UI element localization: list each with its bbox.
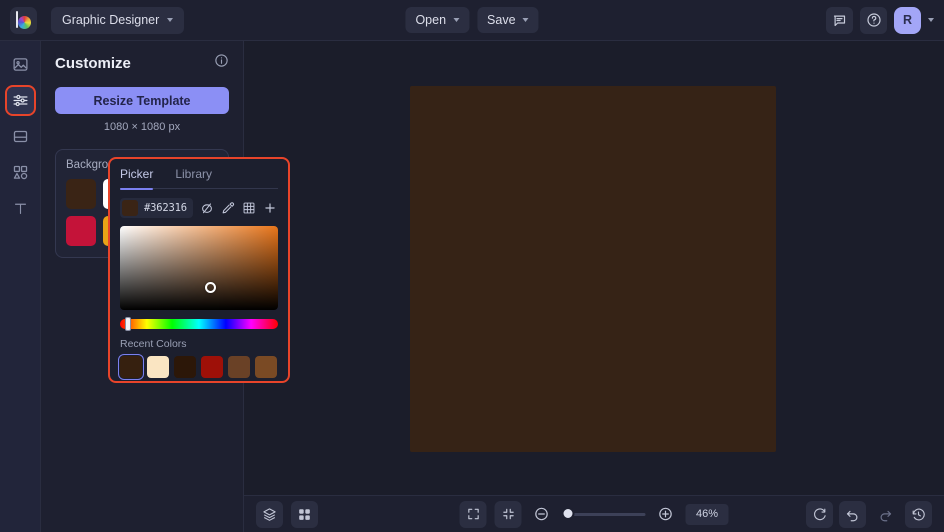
document-name-button[interactable]: Graphic Designer [51, 7, 184, 34]
sidebar-item-image[interactable] [7, 51, 34, 78]
hex-input[interactable]: #362316 [120, 198, 193, 218]
redo-icon [878, 507, 893, 522]
grid-palette-icon [242, 201, 256, 215]
undo-button[interactable] [839, 501, 866, 528]
recent-color-swatch[interactable] [174, 356, 196, 378]
zoom-controls: 46% [460, 501, 729, 528]
chevron-down-icon [167, 18, 173, 22]
tab-library[interactable]: Library [175, 159, 212, 189]
zoom-in-button[interactable] [654, 502, 678, 526]
info-circle-icon [214, 53, 229, 68]
recent-color-swatch[interactable] [228, 356, 250, 378]
saturation-handle[interactable] [205, 282, 216, 293]
bottom-toolbar: 46% [244, 495, 944, 532]
recent-color-swatch[interactable] [120, 356, 142, 378]
color-picker-popup: Picker Library #362316 [110, 159, 288, 381]
history-icon [911, 507, 926, 522]
zoom-out-button[interactable] [530, 502, 554, 526]
fit-screen-icon [466, 507, 480, 521]
layers-icon [262, 507, 277, 522]
resize-template-button[interactable]: Resize Template [55, 87, 229, 114]
comment-icon [832, 13, 847, 28]
left-tool-rail [0, 41, 41, 532]
chevron-down-icon [523, 18, 529, 22]
layers-button[interactable] [256, 501, 283, 528]
picker-controls-row: #362316 [120, 198, 278, 218]
text-icon [12, 200, 29, 217]
zoom-out-icon [534, 506, 550, 522]
recent-colors-row [120, 356, 278, 378]
sidebar-item-text[interactable] [7, 195, 34, 222]
open-label: Open [415, 13, 446, 27]
sidebar-item-elements[interactable] [7, 159, 34, 186]
open-button[interactable]: Open [405, 7, 469, 33]
hue-handle[interactable] [125, 317, 131, 331]
help-circle-icon [866, 12, 882, 28]
hex-value: #362316 [144, 202, 187, 214]
file-menu-group: Open Save [405, 7, 538, 33]
zoom-in-icon [658, 506, 674, 522]
recent-color-swatch[interactable] [255, 356, 277, 378]
info-button[interactable] [214, 53, 229, 73]
grid-icon [297, 507, 312, 522]
undo-icon [845, 507, 860, 522]
no-color-icon [200, 201, 214, 215]
bg-swatch[interactable] [66, 216, 96, 246]
zoom-slider[interactable] [562, 513, 646, 516]
account-group: R [826, 7, 934, 34]
bg-swatch[interactable] [66, 179, 96, 209]
refresh-icon [812, 507, 827, 522]
app-logo[interactable] [10, 7, 37, 34]
grid-button[interactable] [291, 501, 318, 528]
recent-color-swatch[interactable] [147, 356, 169, 378]
sidebar-item-adjustments[interactable] [7, 87, 34, 114]
artboard[interactable] [410, 86, 776, 452]
add-color-button[interactable] [263, 200, 278, 217]
top-toolbar: Graphic Designer Open Save [0, 0, 944, 41]
redo-button[interactable] [872, 501, 899, 528]
no-color-button[interactable] [199, 200, 214, 217]
tab-picker[interactable]: Picker [120, 159, 153, 189]
shrink-icon [501, 507, 515, 521]
fit-screen-button[interactable] [460, 501, 487, 528]
chevron-down-icon [453, 18, 459, 22]
shrink-button[interactable] [495, 501, 522, 528]
page-title: Customize [55, 55, 131, 72]
help-button[interactable] [860, 7, 887, 34]
panel-header: Customize [55, 53, 229, 73]
sliders-icon [12, 92, 29, 109]
palette-button[interactable] [241, 200, 256, 217]
plus-icon [263, 201, 277, 215]
bazaart-color-wheel-logo-icon [14, 11, 33, 30]
canvas-area[interactable] [244, 41, 944, 495]
picker-tabs: Picker Library [120, 159, 278, 189]
history-button[interactable] [905, 501, 932, 528]
avatar[interactable]: R [894, 7, 921, 34]
document-name-label: Graphic Designer [62, 13, 159, 27]
recent-color-swatch[interactable] [201, 356, 223, 378]
zoom-slider-handle[interactable] [562, 507, 575, 520]
zoom-level[interactable]: 46% [686, 504, 729, 525]
eyedropper-icon [221, 201, 235, 215]
hue-slider[interactable] [120, 319, 278, 329]
save-button[interactable]: Save [477, 7, 539, 33]
account-chevron-down-icon[interactable] [928, 18, 934, 22]
bottom-left-group [256, 501, 318, 528]
image-icon [12, 56, 29, 73]
eyedropper-button[interactable] [220, 200, 235, 217]
sidebar-item-layout[interactable] [7, 123, 34, 150]
frame-icon [12, 128, 29, 145]
current-color-swatch [122, 200, 138, 216]
history-controls [806, 501, 932, 528]
saturation-value-field[interactable] [120, 226, 278, 310]
comment-button[interactable] [826, 7, 853, 34]
refresh-button[interactable] [806, 501, 833, 528]
app-root: Graphic Designer Open Save [0, 0, 944, 532]
shapes-icon [12, 164, 29, 181]
template-dimensions: 1080 × 1080 px [55, 121, 229, 133]
recent-colors-label: Recent Colors [120, 338, 278, 350]
save-label: Save [487, 13, 516, 27]
